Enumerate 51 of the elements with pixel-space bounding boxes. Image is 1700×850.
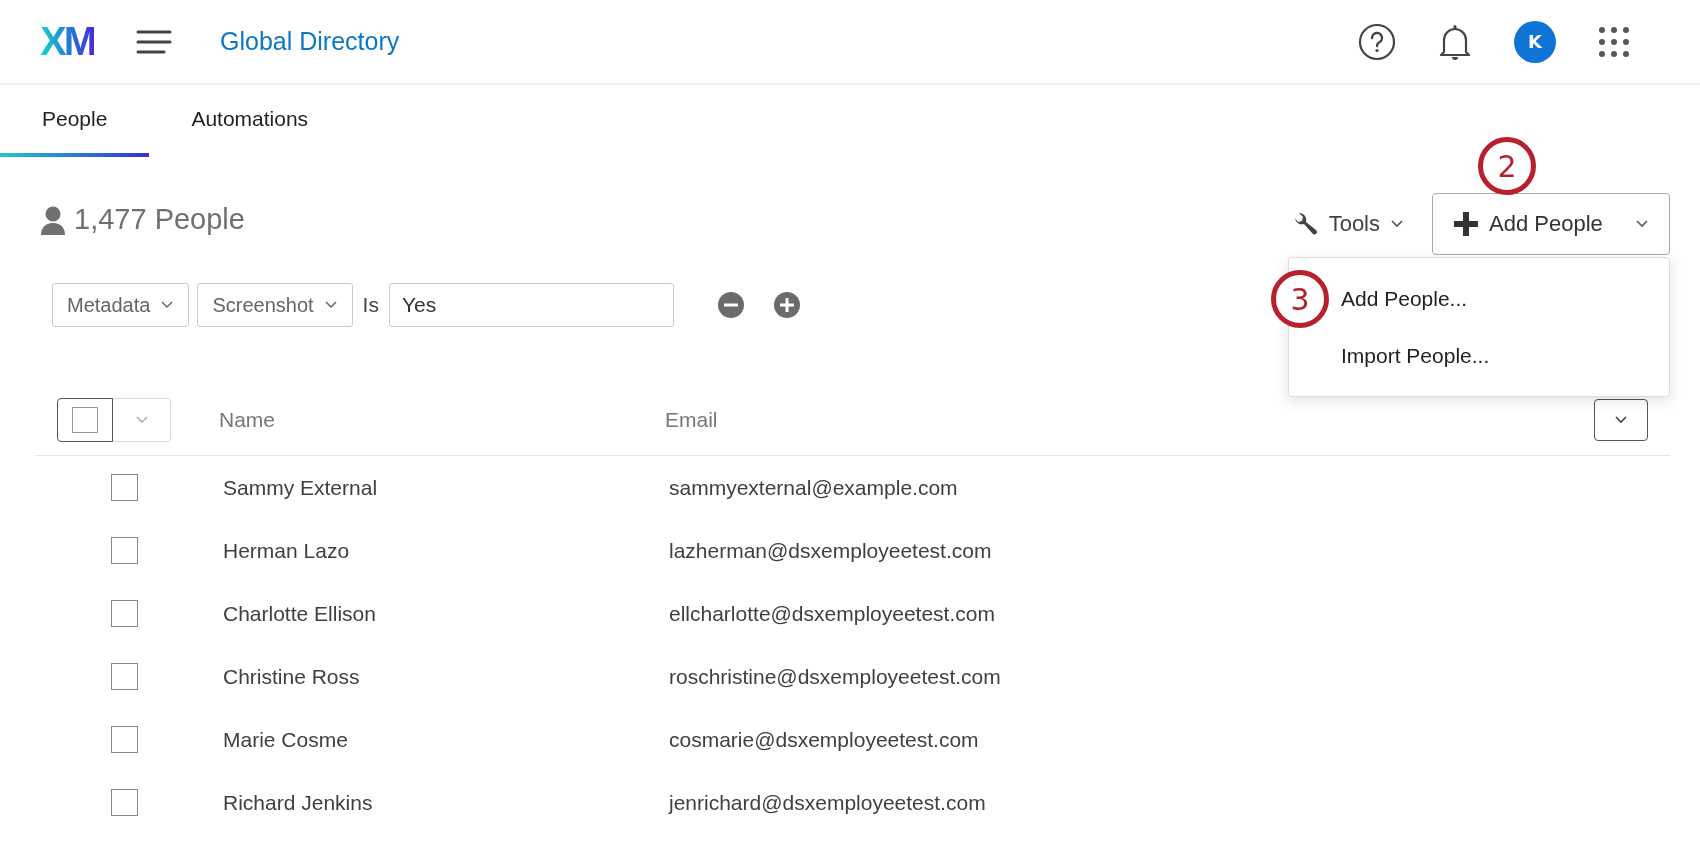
table-cell-text: Marie Cosme	[223, 727, 349, 752]
tab[interactable]: Automations	[149, 85, 351, 157]
user-avatar[interactable]: K	[1514, 20, 1556, 63]
people-count: 1,477 People	[74, 203, 245, 236]
row-checkbox[interactable]	[110, 600, 138, 627]
apps-grid-icon[interactable]	[1598, 25, 1630, 58]
operator-label: Is	[362, 293, 379, 317]
caret-icon	[1635, 219, 1649, 229]
table-cell-text: Richard Jenkins	[223, 790, 374, 815]
row-checkbox[interactable]	[110, 537, 138, 564]
add-people-button[interactable]: Add People	[1432, 193, 1670, 255]
column-header: Name	[219, 408, 277, 432]
value-field[interactable]: Yes	[388, 283, 674, 327]
app-title[interactable]: Global Directory	[220, 27, 400, 56]
table-cell-text: Charlotte Ellison	[223, 601, 377, 626]
step-marker: 2	[1478, 137, 1536, 195]
table-cell-text: Sammy External	[223, 475, 379, 500]
table-cell-text: Herman Lazo	[223, 538, 351, 563]
attribute-select[interactable]: Screenshot	[197, 283, 353, 327]
caret-icon	[1390, 219, 1404, 229]
tools-button[interactable]: Tools	[1290, 193, 1404, 255]
select-all-checkbox[interactable]	[57, 398, 113, 442]
row-checkbox[interactable]	[110, 726, 138, 753]
menu-icon[interactable]	[136, 28, 172, 55]
menu-item[interactable]: Import People...	[1341, 343, 1490, 368]
table-cell: roschristine@dsxemployeetest.com	[669, 664, 1001, 689]
row-checkbox[interactable]	[110, 474, 138, 501]
caret-icon	[160, 300, 175, 310]
bell-icon[interactable]	[1438, 22, 1472, 61]
table-cell: ellcharlotte@dsxemployeetest.com	[669, 601, 995, 626]
table-cell: sammyexternal@example.com	[669, 475, 958, 500]
column-header: Email	[665, 408, 718, 432]
menu-item[interactable]: Add People...	[1341, 286, 1468, 311]
tab[interactable]: People	[0, 85, 150, 157]
caret-icon	[134, 415, 149, 425]
table-cell-text: Christine Ross	[223, 664, 361, 689]
add-icon[interactable]	[773, 292, 800, 318]
columns-dropdown-button[interactable]	[1594, 399, 1648, 441]
table-cell: cosmarie@dsxemployeetest.com	[669, 727, 979, 752]
caret-icon	[323, 300, 338, 310]
row-checkbox[interactable]	[110, 789, 138, 816]
step-marker: 3	[1271, 270, 1329, 328]
table-cell: jenrichard@dsxemployeetest.com	[669, 790, 986, 815]
row-checkbox[interactable]	[110, 663, 138, 690]
person-icon	[40, 204, 66, 235]
plus-icon	[1453, 211, 1479, 237]
field-select[interactable]: Metadata	[52, 283, 190, 327]
caret-icon	[1614, 415, 1628, 425]
table-cell: lazherman@dsxemployeetest.com	[669, 538, 992, 563]
remove-icon[interactable]	[717, 292, 744, 318]
help-icon[interactable]	[1358, 22, 1396, 61]
